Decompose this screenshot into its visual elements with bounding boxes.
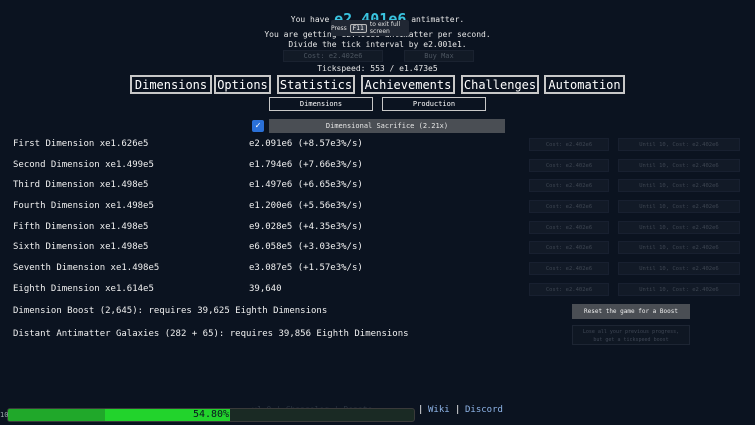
- dimension-amount: e1.794e6 (+7.66e3%/s): [249, 160, 363, 170]
- tickspeed-buymax-button[interactable]: Buy Max: [404, 50, 474, 62]
- dimension-buy-until-button[interactable]: Until 10, Cost: e2.402e6: [618, 221, 740, 234]
- dimension-name: Fifth Dimension xe1.498e5: [13, 222, 149, 232]
- dimension-amount: 39,640: [249, 284, 282, 294]
- galaxy-button-line1: Lose all your previous progress,: [582, 329, 680, 335]
- galaxy-text: Distant Antimatter Galaxies (282 + 65): …: [13, 329, 409, 339]
- dimension-buy-until-button[interactable]: Until 10, Cost: e2.402e6: [618, 283, 740, 296]
- dimension-boost-text: Dimension Boost (2,645): requires 39,625…: [13, 306, 328, 316]
- tab-options[interactable]: Options: [213, 74, 272, 95]
- subtab-production[interactable]: Production: [382, 97, 486, 111]
- wiki-link[interactable]: Wiki: [428, 405, 450, 415]
- dimension-name: Seventh Dimension xe1.498e5: [13, 263, 160, 273]
- subtab-dimensions[interactable]: Dimensions: [269, 97, 373, 111]
- galaxy-button[interactable]: Lose all your previous progress, but get…: [572, 325, 690, 345]
- dimension-buy-one-button[interactable]: Cost: e2.402e6: [529, 283, 609, 296]
- dimension-name: Sixth Dimension xe1.498e5: [13, 242, 149, 252]
- dimension-name: Fourth Dimension xe1.498e5: [13, 201, 154, 211]
- dimension-buy-until-button[interactable]: Until 10, Cost: e2.402e6: [618, 200, 740, 213]
- fullscreen-notice: Press F11 to exit full screen: [331, 20, 409, 36]
- dimension-name: First Dimension xe1.626e5: [13, 139, 149, 149]
- fullscreen-rest: to exit full screen: [369, 21, 401, 35]
- progress-left-label: 10: [0, 411, 9, 419]
- dimension-name: Third Dimension xe1.498e5: [13, 180, 149, 190]
- dimension-buy-until-button[interactable]: Until 10, Cost: e2.402e6: [618, 138, 740, 151]
- dimension-amount: e2.091e6 (+8.57e3%/s): [249, 139, 363, 149]
- dimension-amount: e1.497e6 (+6.65e3%/s): [249, 180, 363, 190]
- progress-bar: 54.80%: [7, 408, 415, 422]
- dimension-amount: e6.058e5 (+3.03e3%/s): [249, 242, 363, 252]
- dimension-name: Second Dimension xe1.499e5: [13, 160, 154, 170]
- fullscreen-press: Press: [331, 24, 347, 32]
- dimension-buy-until-button[interactable]: Until 10, Cost: e2.402e6: [618, 262, 740, 275]
- antimatter-prefix: You have: [290, 15, 330, 24]
- galaxy-button-line2: but get a tickspeed boost: [593, 337, 669, 343]
- dimensional-sacrifice-button[interactable]: Dimensional Sacrifice (2.21x): [269, 119, 505, 133]
- dimension-buy-one-button[interactable]: Cost: e2.402e6: [529, 221, 609, 234]
- footer-separator: |: [418, 405, 424, 415]
- tickspeed-cost-button[interactable]: Cost: e2.402e6: [283, 50, 383, 62]
- dimension-buy-one-button[interactable]: Cost: e2.402e6: [529, 200, 609, 213]
- dimension-amount: e9.028e5 (+4.35e3%/s): [249, 222, 363, 232]
- footer-separator: |: [455, 405, 461, 415]
- sacrifice-checkbox[interactable]: ✓: [252, 120, 264, 132]
- dimension-buy-until-button[interactable]: Until 10, Cost: e2.402e6: [618, 241, 740, 254]
- antimatter-suffix: antimatter.: [411, 15, 465, 24]
- tab-dimensions[interactable]: Dimensions: [129, 74, 213, 95]
- dimension-buy-one-button[interactable]: Cost: e2.402e6: [529, 179, 609, 192]
- tick-interval-text: Divide the tick interval by e2.001e1.: [288, 40, 467, 49]
- dimension-buy-one-button[interactable]: Cost: e2.402e6: [529, 262, 609, 275]
- dimension-name: Eighth Dimension xe1.614e5: [13, 284, 154, 294]
- tab-achievements[interactable]: Achievements: [360, 74, 456, 95]
- tickspeed-text: Tickspeed: 553 / e1.473e5: [317, 64, 438, 73]
- tab-automation[interactable]: Automation: [543, 74, 626, 95]
- tab-statistics[interactable]: Statistics: [276, 74, 356, 95]
- dimension-boost-button[interactable]: Reset the game for a Boost: [572, 304, 690, 319]
- f11-key-icon: F11: [349, 23, 367, 33]
- dimension-buy-one-button[interactable]: Cost: e2.402e6: [529, 159, 609, 172]
- dimension-amount: e3.087e5 (+1.57e3%/s): [249, 263, 363, 273]
- dimension-amount: e1.200e6 (+5.56e3%/s): [249, 201, 363, 211]
- dimension-buy-one-button[interactable]: Cost: e2.402e6: [529, 138, 609, 151]
- dimension-buy-until-button[interactable]: Until 10, Cost: e2.402e6: [618, 159, 740, 172]
- dimension-buy-one-button[interactable]: Cost: e2.402e6: [529, 241, 609, 254]
- tab-challenges[interactable]: Challenges: [460, 74, 540, 95]
- discord-link[interactable]: Discord: [465, 405, 503, 415]
- dimension-buy-until-button[interactable]: Until 10, Cost: e2.402e6: [618, 179, 740, 192]
- progress-percent: 54.80%: [192, 409, 230, 420]
